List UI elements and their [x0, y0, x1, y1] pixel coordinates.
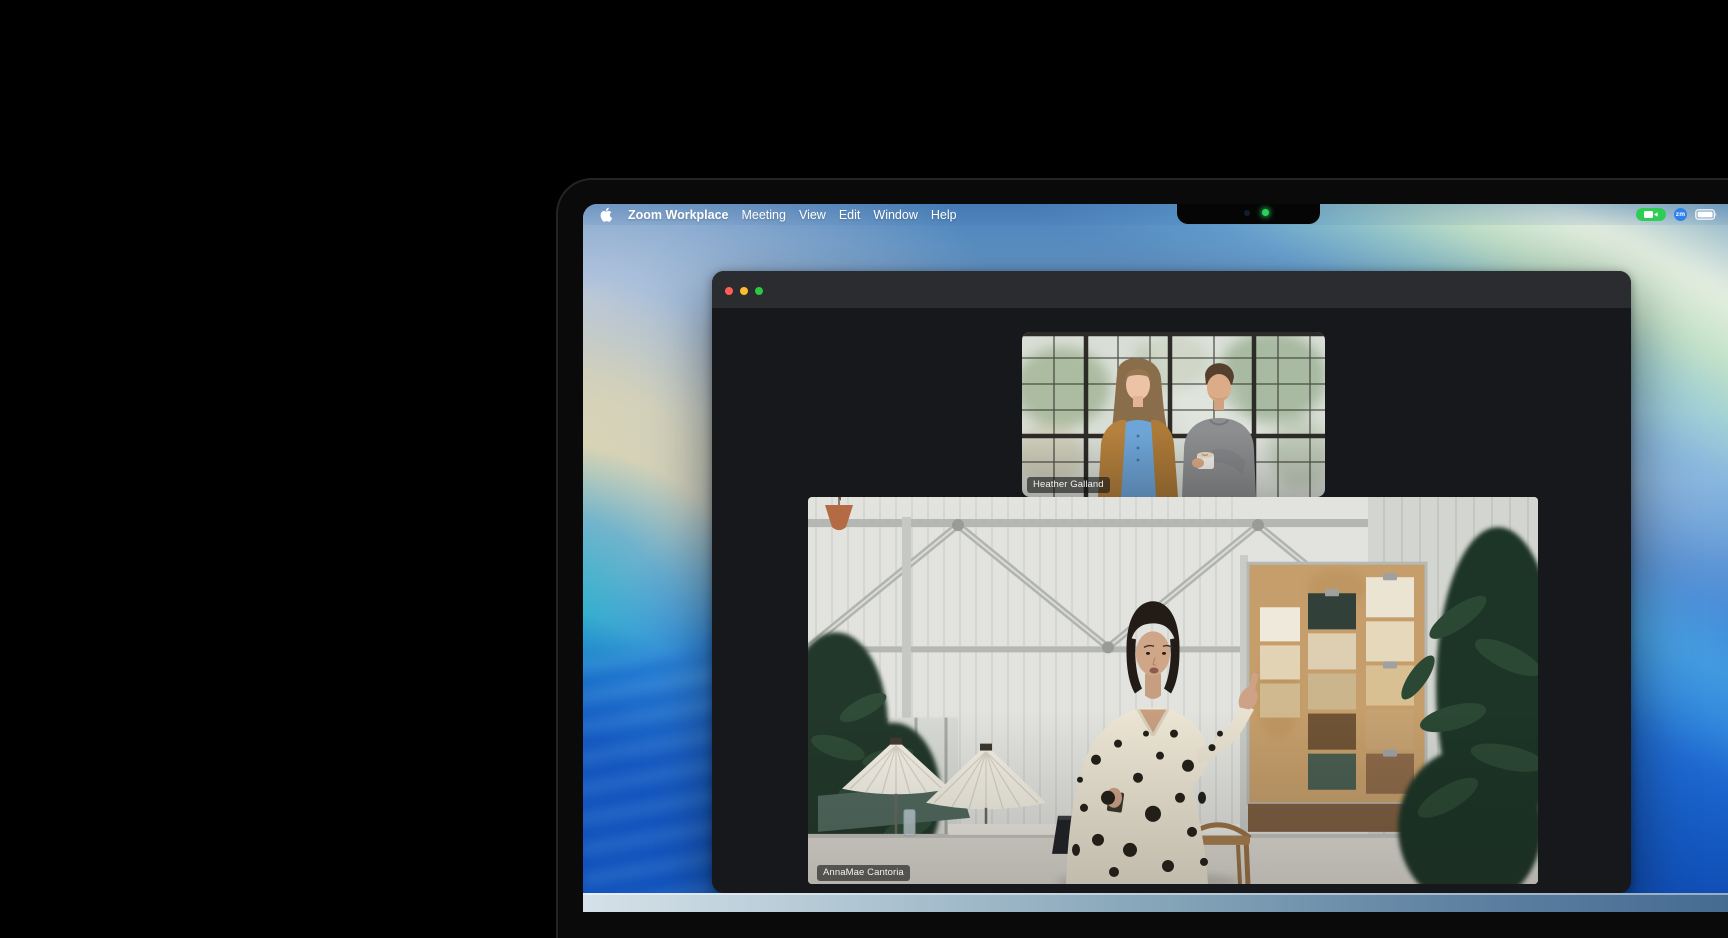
participant-name-label: Heather Galland [1027, 477, 1110, 493]
menu-meeting[interactable]: Meeting [741, 208, 785, 222]
video-tile-annamae[interactable]: AnnaMae Cantoria [808, 497, 1538, 884]
menu-edit[interactable]: Edit [839, 208, 861, 222]
display-notch [1177, 204, 1320, 224]
menu-app-name[interactable]: Zoom Workplace [628, 208, 728, 222]
macbook-screen: Zoom Workplace Meeting View Edit Window … [583, 204, 1728, 893]
battery-icon[interactable] [1695, 209, 1718, 220]
video-feed-speaker [808, 497, 1538, 884]
video-camera-icon [1643, 210, 1659, 219]
macbook-deck [583, 893, 1728, 912]
video-tile-heather[interactable]: Heather Galland [1022, 332, 1325, 497]
fullscreen-button[interactable] [755, 287, 763, 295]
participant-name-label: AnnaMae Cantoria [817, 865, 910, 881]
menu-view[interactable]: View [799, 208, 826, 222]
menu-bar: Zoom Workplace Meeting View Edit Window … [583, 204, 1728, 225]
menu-help[interactable]: Help [931, 208, 957, 222]
desktop-stage: Zoom Workplace Meeting View Edit Window … [0, 0, 1728, 912]
apple-menu[interactable] [600, 207, 612, 222]
menu-window[interactable]: Window [873, 208, 917, 222]
window-titlebar[interactable] [712, 271, 1631, 308]
video-feed-two-people [1022, 332, 1325, 497]
camera-in-use-indicator [1262, 209, 1269, 216]
facetime-camera-lens [1244, 210, 1250, 216]
zoom-menubar-icon[interactable]: zm [1674, 208, 1687, 221]
camera-active-status[interactable] [1636, 208, 1666, 221]
zoom-meeting-window: Heather Galland [712, 271, 1631, 893]
minimize-button[interactable] [740, 287, 748, 295]
apple-logo-icon [600, 207, 612, 222]
close-button[interactable] [725, 287, 733, 295]
